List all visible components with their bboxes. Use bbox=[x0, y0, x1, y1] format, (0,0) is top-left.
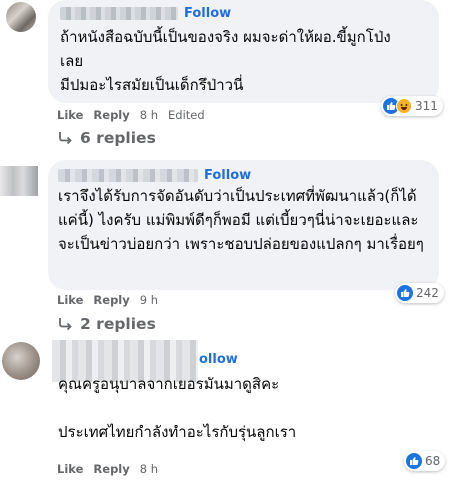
comment-actions: Like Reply 8 h bbox=[57, 462, 168, 476]
author-name-redacted[interactable] bbox=[60, 7, 178, 20]
follow-button[interactable]: ollow bbox=[199, 352, 238, 367]
comment-actions: Like Reply 9 h bbox=[57, 293, 168, 307]
reply-arrow-icon bbox=[59, 318, 72, 331]
haha-icon bbox=[396, 98, 412, 114]
follow-button[interactable]: Follow bbox=[184, 6, 231, 21]
comment-bubble: Follow เราจึงได้รับการจัดอันดับว่าเป็นปร… bbox=[48, 160, 439, 290]
author-name-redacted[interactable] bbox=[58, 169, 198, 182]
reply-link[interactable]: Reply bbox=[93, 108, 129, 122]
edited-label: Edited bbox=[168, 108, 205, 122]
timestamp[interactable]: 9 h bbox=[140, 293, 158, 307]
replies-count-label: 6 replies bbox=[80, 129, 156, 147]
author-row: Follow bbox=[60, 6, 231, 21]
timestamp[interactable]: 8 h bbox=[140, 462, 158, 476]
reply-link[interactable]: Reply bbox=[93, 462, 129, 476]
comment-text: ถ้าหนังสือฉบับนี้เป็นของจริง ผมจะด่าให้ผ… bbox=[60, 28, 391, 94]
comment-bubble: Follow ถ้าหนังสือฉบับนี้เป็นของจริง ผมจะ… bbox=[48, 0, 439, 103]
comment-3: ollow คุณครูอนุบาลจากเยอรมันมาดูสิคะ ประ… bbox=[0, 340, 459, 480]
reply-link[interactable]: Reply bbox=[93, 293, 129, 307]
comment-text: เราจึงได้รับการจัดอันดับว่าเป็นประเทศที่… bbox=[58, 187, 424, 253]
reaction-count: 68 bbox=[425, 454, 441, 468]
avatar[interactable] bbox=[6, 2, 36, 32]
comment-text: คุณครูอนุบาลจากเยอรมันมาดูสิคะ ประเทศไทย… bbox=[58, 375, 297, 441]
like-icon bbox=[406, 453, 422, 469]
avatar[interactable] bbox=[2, 342, 40, 380]
like-link[interactable]: Like bbox=[57, 462, 83, 476]
reaction-summary[interactable]: 242 bbox=[395, 283, 444, 303]
reaction-count: 311 bbox=[415, 99, 438, 113]
reaction-summary[interactable]: 68 bbox=[404, 451, 446, 471]
follow-button[interactable]: Follow bbox=[204, 168, 251, 183]
avatar[interactable] bbox=[0, 166, 38, 196]
replies-count-label: 2 replies bbox=[80, 315, 156, 333]
view-replies-button[interactable]: 2 replies bbox=[58, 315, 156, 333]
reaction-summary[interactable]: 311 bbox=[381, 96, 443, 116]
reaction-count: 242 bbox=[416, 286, 439, 300]
author-row: Follow bbox=[58, 168, 251, 183]
like-icon bbox=[397, 285, 413, 301]
like-link[interactable]: Like bbox=[57, 108, 83, 122]
comment-2: Follow เราจึงได้รับการจัดอันดับว่าเป็นปร… bbox=[0, 160, 459, 340]
view-replies-button[interactable]: 6 replies bbox=[58, 129, 156, 147]
reply-arrow-icon bbox=[59, 132, 72, 145]
timestamp[interactable]: 8 h bbox=[140, 108, 158, 122]
comment-1: Follow ถ้าหนังสือฉบับนี้เป็นของจริง ผมจะ… bbox=[0, 0, 459, 155]
like-link[interactable]: Like bbox=[57, 293, 83, 307]
comment-actions: Like Reply 8 h Edited bbox=[57, 108, 215, 122]
